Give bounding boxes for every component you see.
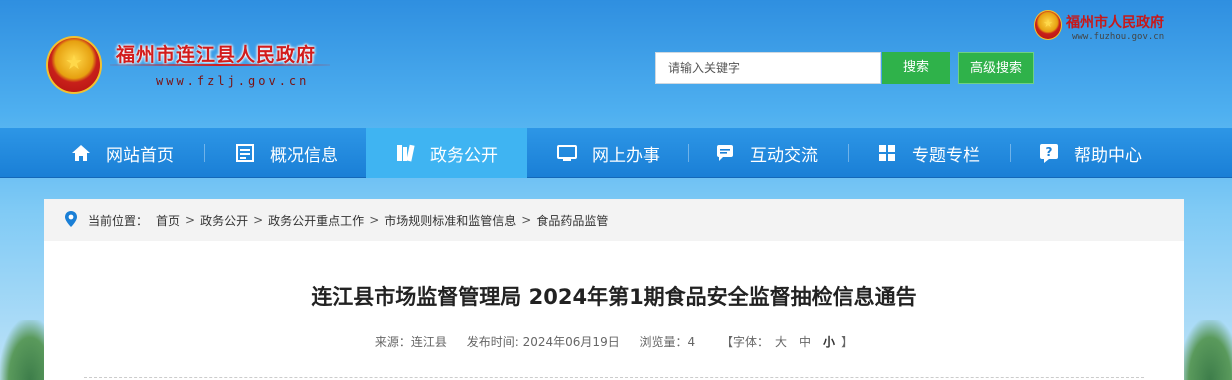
font-medium-button[interactable]: 中: [799, 335, 811, 349]
page-header: 福州市连江县人民政府 www.fzlj.gov.cn 福州市人民政府 www.f…: [0, 0, 1232, 128]
site-title[interactable]: 福州市连江县人民政府: [116, 40, 316, 67]
nav-divider: [204, 144, 205, 162]
chat-icon: [714, 142, 736, 164]
breadcrumb-link-home[interactable]: 首页: [156, 212, 180, 229]
nav-divider: [1010, 144, 1011, 162]
nav-item-overview[interactable]: 概况信息: [234, 128, 338, 178]
nav-item-interaction[interactable]: 互动交流: [714, 128, 818, 178]
nav-item-special-topics[interactable]: 专题专栏: [876, 128, 980, 178]
nav-label: 网站首页: [106, 145, 174, 166]
font-small-button[interactable]: 小: [823, 335, 835, 349]
breadcrumb-separator: >: [369, 213, 380, 227]
breadcrumb-separator: >: [253, 213, 264, 227]
grid-icon: [876, 142, 898, 164]
nav-label: 网上办事: [592, 145, 660, 166]
breadcrumb-link-food-drug[interactable]: 食品药品监管: [536, 212, 608, 229]
fuzhou-emblem-icon[interactable]: [1034, 10, 1062, 40]
search-button[interactable]: 搜索: [882, 52, 950, 84]
nav-item-gov-affairs[interactable]: 政务公开: [366, 128, 527, 178]
breadcrumb-link-key-work[interactable]: 政务公开重点工作: [268, 212, 364, 229]
title-divider: [110, 64, 330, 66]
advanced-search-button[interactable]: 高级搜索: [958, 52, 1034, 84]
breadcrumb-link-market-rules[interactable]: 市场规则标准和监管信息: [384, 212, 516, 229]
nav-item-online-services[interactable]: 网上办事: [556, 128, 660, 178]
nav-label: 帮助中心: [1074, 145, 1142, 166]
article-publish-time: 发布时间: 2024年06月19日: [466, 335, 620, 349]
article-title: 连江县市场监督管理局 2024年第1期食品安全监督抽检信息通告: [311, 285, 917, 309]
national-emblem-icon: [46, 36, 102, 94]
font-large-button[interactable]: 大: [775, 335, 787, 349]
breadcrumb: 当前位置： 首页 > 政务公开 > 政务公开重点工作 > 市场规则标准和监管信息…: [44, 199, 1184, 241]
breadcrumb-separator: >: [185, 213, 196, 227]
search-input[interactable]: 请输入关键字: [655, 52, 881, 84]
article-views: 浏览量：4: [639, 335, 696, 349]
nav-divider: [688, 144, 689, 162]
nav-divider: [848, 144, 849, 162]
nav-label: 政务公开: [430, 145, 498, 166]
article-source: 来源：连江县: [374, 335, 447, 349]
content-card: 当前位置： 首页 > 政务公开 > 政务公开重点工作 > 市场规则标准和监管信息…: [44, 199, 1184, 380]
font-size-control: 【字体： 大中小】: [721, 335, 853, 349]
nav-label: 专题专栏: [912, 145, 980, 166]
nav-label: 互动交流: [750, 145, 818, 166]
help-icon: ?: [1038, 142, 1060, 164]
background-scenery: [1180, 320, 1232, 380]
breadcrumb-prefix: 当前位置：: [88, 213, 149, 228]
divider: [84, 377, 1144, 378]
font-size-label: 【字体：: [721, 335, 770, 349]
location-pin-icon: [64, 210, 78, 231]
main-nav: 网站首页 概况信息 政务公开 网上办事 互动交流 专题专栏 ? 帮助中心: [0, 128, 1232, 178]
nav-item-home[interactable]: 网站首页: [70, 128, 174, 178]
font-size-close: 】: [841, 335, 854, 349]
book-icon: [394, 142, 416, 164]
fuzhou-gov-url: www.fuzhou.gov.cn: [1072, 32, 1165, 42]
breadcrumb-separator: >: [521, 213, 532, 227]
site-url: www.fzlj.gov.cn: [156, 74, 310, 88]
breadcrumb-link-gov-affairs[interactable]: 政务公开: [200, 212, 248, 229]
monitor-icon: [556, 142, 578, 164]
svg-text:?: ?: [1046, 145, 1053, 159]
nav-label: 概况信息: [270, 145, 338, 166]
home-icon: [70, 142, 92, 164]
nav-item-help[interactable]: ? 帮助中心: [1038, 128, 1142, 178]
fuzhou-gov-link[interactable]: 福州市人民政府: [1066, 12, 1164, 32]
article-meta: 来源：连江县 发布时间: 2024年06月19日 浏览量：4 【字体： 大中小】: [44, 333, 1184, 350]
document-icon: [234, 142, 256, 164]
